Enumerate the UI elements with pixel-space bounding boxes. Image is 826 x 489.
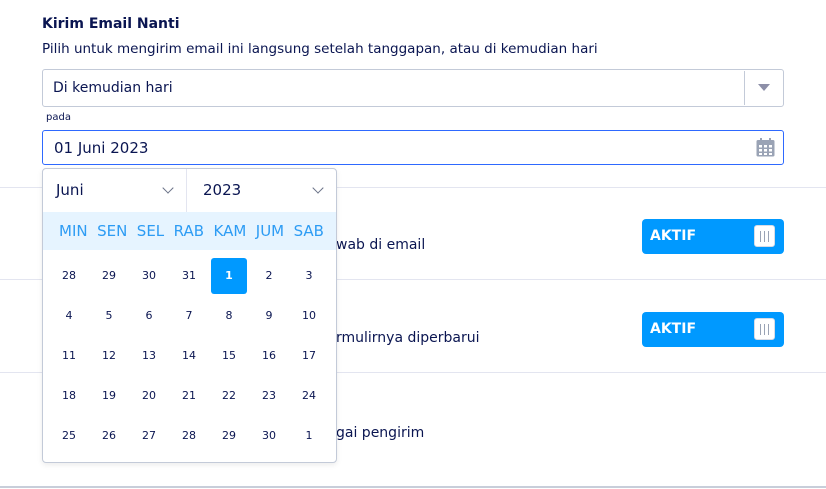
day-cell[interactable]: 22 — [211, 378, 247, 414]
toggle-knob[interactable] — [754, 225, 775, 247]
chevron-down-icon — [162, 182, 174, 194]
year-select[interactable]: 2023 — [187, 169, 336, 212]
section-description: Pilih untuk mengirim email ini langsung … — [42, 41, 598, 57]
day-cell[interactable]: 11 — [51, 338, 87, 374]
day-cell[interactable]: 28 — [171, 418, 207, 454]
weekday-label: KAM — [213, 222, 247, 240]
day-cell[interactable]: 29 — [211, 418, 247, 454]
divider — [0, 486, 826, 488]
day-cell[interactable]: 8 — [211, 298, 247, 334]
date-input[interactable]: 01 Juni 2023 — [42, 130, 784, 165]
selected-day[interactable]: 1 — [211, 258, 247, 294]
toggle-knob[interactable] — [754, 318, 775, 340]
day-cell[interactable]: 5 — [91, 298, 127, 334]
month-value: Juni — [56, 181, 84, 199]
day-cell[interactable]: 20 — [131, 378, 167, 414]
day-cell[interactable]: 27 — [131, 418, 167, 454]
day-cell[interactable]: 24 — [291, 378, 327, 414]
day-cell[interactable]: 13 — [131, 338, 167, 374]
date-picker: Juni 2023 MIN SEN SEL RAB KAM JUM SAB 28… — [42, 168, 337, 463]
day-cell[interactable]: 23 — [251, 378, 287, 414]
weekday-label: SAB — [293, 222, 324, 240]
toggle-label: AKTIF — [650, 321, 697, 337]
day-cell[interactable]: 9 — [251, 298, 287, 334]
date-value: 01 Juni 2023 — [54, 139, 149, 157]
day-cell[interactable]: 19 — [91, 378, 127, 414]
weekday-label: RAB — [173, 222, 205, 240]
weekday-label: SEN — [97, 222, 128, 240]
day-cell[interactable]: 7 — [171, 298, 207, 334]
toggle-switch[interactable]: AKTIF — [642, 219, 784, 254]
date-picker-header: Juni 2023 — [43, 169, 336, 212]
day-cell[interactable]: 25 — [51, 418, 87, 454]
date-label: pada — [46, 112, 71, 123]
row-description: gai pengirim — [336, 425, 425, 441]
day-cell[interactable]: 14 — [171, 338, 207, 374]
day-cell[interactable]: 15 — [211, 338, 247, 374]
day-cell[interactable]: 31 — [171, 258, 207, 294]
day-cell[interactable]: 29 — [91, 258, 127, 294]
toggle-switch[interactable]: AKTIF — [642, 312, 784, 347]
month-select[interactable]: Juni — [43, 169, 187, 212]
weekday-header: MIN SEN SEL RAB KAM JUM SAB — [43, 212, 336, 250]
day-cell[interactable]: 10 — [291, 298, 327, 334]
weekday-label: MIN — [59, 222, 88, 240]
day-cell[interactable]: 12 — [91, 338, 127, 374]
year-value: 2023 — [203, 181, 242, 199]
day-cell[interactable]: 17 — [291, 338, 327, 374]
day-cell[interactable]: 28 — [51, 258, 87, 294]
day-cell[interactable]: 6 — [131, 298, 167, 334]
caret-down-icon[interactable] — [758, 84, 770, 91]
day-cell[interactable]: 3 — [291, 258, 327, 294]
calendar-icon[interactable] — [756, 138, 775, 157]
day-cell[interactable]: 30 — [131, 258, 167, 294]
page-title: Kirim Email Nanti — [42, 16, 180, 32]
dropdown-separator — [744, 71, 745, 105]
send-timing-dropdown[interactable]: Di kemudian hari — [42, 69, 784, 107]
day-cell[interactable]: 1 — [291, 418, 327, 454]
day-cell[interactable]: 4 — [51, 298, 87, 334]
chevron-down-icon — [312, 182, 324, 194]
day-cell[interactable]: 16 — [251, 338, 287, 374]
weekday-label: SEL — [136, 222, 165, 240]
day-cell[interactable]: 21 — [171, 378, 207, 414]
toggle-label: AKTIF — [650, 228, 697, 244]
row-description: rmulirnya diperbarui — [336, 330, 480, 346]
weekday-label: JUM — [255, 222, 285, 240]
day-cell[interactable]: 30 — [251, 418, 287, 454]
day-cell[interactable]: 26 — [91, 418, 127, 454]
send-timing-value: Di kemudian hari — [53, 80, 173, 96]
day-cell[interactable]: 2 — [251, 258, 287, 294]
day-cell[interactable]: 18 — [51, 378, 87, 414]
row-description: wab di email — [336, 237, 426, 253]
